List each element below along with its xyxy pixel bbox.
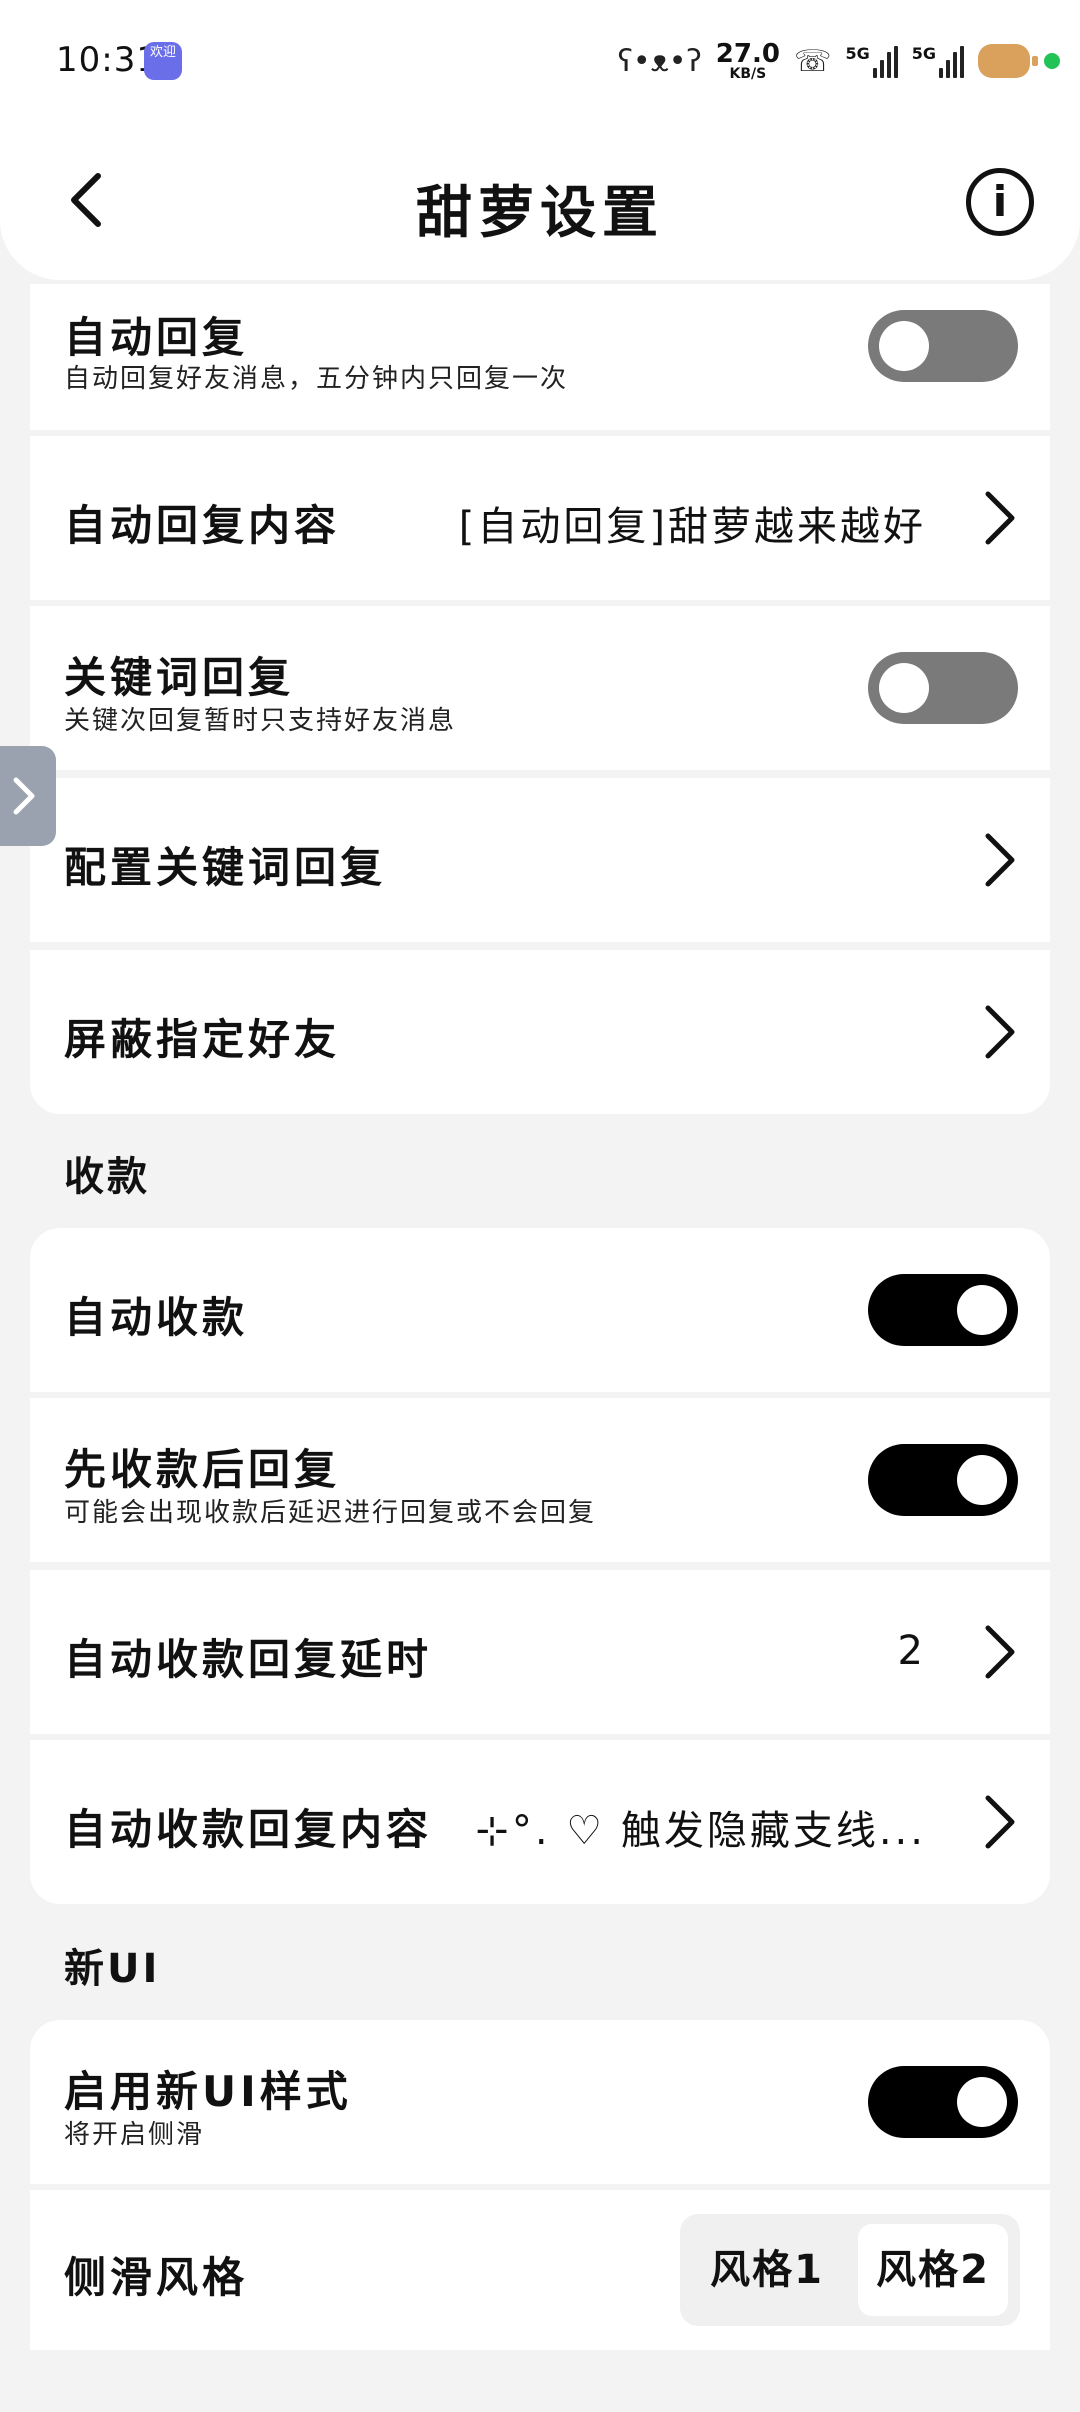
collect-then-reply-row[interactable]: 先收款后回复 可能会出现收款后延迟进行回复或不会回复 — [30, 1398, 1050, 1562]
bear-icon: ʕ•ᴥ•ʔ — [617, 43, 702, 79]
row-subtitle: 关键次回复暂时只支持好友消息 — [64, 706, 457, 736]
row-title: 配置关键词回复 — [64, 843, 387, 892]
enable-new-ui-toggle[interactable] — [868, 2066, 1018, 2138]
toggle-knob — [879, 663, 929, 713]
signal-bar-icon — [939, 68, 943, 78]
chevron-right-icon — [985, 491, 1015, 545]
slide-style-option-1[interactable]: 风格1 — [692, 2224, 842, 2316]
auto-collect-toggle[interactable] — [868, 1274, 1018, 1346]
network-speed-unit: KB/S — [729, 66, 767, 82]
keyword-reply-toggle[interactable] — [868, 652, 1018, 724]
row-title: 自动回复 — [64, 313, 249, 362]
auto-reply-content-row[interactable]: 自动回复内容 [自动回复]甜萝越来越好 — [30, 436, 1050, 600]
row-title: 侧滑风格 — [64, 2253, 249, 2302]
configure-keyword-reply-row[interactable]: 配置关键词回复 — [30, 778, 1050, 942]
collect-then-reply-toggle[interactable] — [868, 1444, 1018, 1516]
row-title: 启用新UI样式 — [64, 2067, 352, 2116]
row-value: 2 — [897, 1628, 926, 1674]
row-value: [自动回复]甜萝越来越好 — [458, 504, 926, 550]
signal-bar-icon — [960, 46, 964, 78]
signal-strength-1: 5G — [845, 44, 898, 78]
signal-bar-icon — [946, 60, 950, 78]
payment-group: 自动收款 先收款后回复 可能会出现收款后延迟进行回复或不会回复 自动收款回复延时… — [30, 1228, 1050, 1904]
collect-reply-content-row[interactable]: 自动收款回复内容 ⊹°. ♡ 触发隐藏支线... — [30, 1740, 1050, 1904]
row-title: 关键词回复 — [64, 653, 295, 702]
section-title-new-ui: 新UI — [64, 1946, 161, 1992]
chevron-right-icon — [13, 777, 35, 815]
signal-1-label: 5G — [845, 44, 870, 63]
block-friends-row[interactable]: 屏蔽指定好友 — [30, 950, 1050, 1114]
row-title: 自动收款回复内容 — [64, 1805, 433, 1854]
row-title: 自动收款回复延时 — [64, 1635, 433, 1684]
signal-bar-icon — [953, 52, 957, 78]
slide-style-option-2[interactable]: 风格2 — [858, 2224, 1008, 2316]
toggle-knob — [957, 2077, 1007, 2127]
auto-reply-toggle[interactable] — [868, 310, 1018, 382]
chevron-right-icon — [985, 1625, 1015, 1679]
toggle-knob — [879, 321, 929, 371]
page-title: 甜萝设置 — [416, 181, 664, 246]
network-speed-value: 27.0 — [715, 39, 780, 69]
row-title: 自动回复内容 — [64, 501, 341, 550]
row-subtitle: 自动回复好友消息，五分钟内只回复一次 — [64, 364, 569, 394]
signal-bar-icon — [872, 68, 877, 78]
auto-reply-row[interactable]: 自动回复 自动回复好友消息，五分钟内只回复一次 — [30, 284, 1050, 430]
row-title: 屏蔽指定好友 — [64, 1015, 341, 1064]
auto-reply-group: 自动回复 自动回复好友消息，五分钟内只回复一次 自动回复内容 [自动回复]甜萝越… — [30, 284, 1050, 1114]
hd-call-icon: ☏ — [793, 43, 832, 79]
enable-new-ui-row[interactable]: 启用新UI样式 将开启侧滑 — [30, 2020, 1050, 2184]
status-icons: ʕ•ᴥ•ʔ 27.0 KB/S ☏ 5G 5G — [618, 36, 1060, 86]
side-drawer-handle[interactable] — [0, 746, 56, 846]
toggle-knob — [957, 1285, 1007, 1335]
app-header: 甜萝设置 i — [0, 120, 1080, 280]
app-notification-icon: 欢迎 — [144, 42, 182, 80]
signal-2-label: 5G — [911, 44, 936, 63]
row-value: ⊹°. ♡ 触发隐藏支线... — [475, 1808, 926, 1854]
app-icon-label: 欢迎 — [149, 45, 176, 60]
section-title-payment: 收款 — [64, 1154, 150, 1200]
row-subtitle: 可能会出现收款后延迟进行回复或不会回复 — [64, 1498, 597, 1528]
signal-bar-icon — [893, 46, 898, 78]
signal-bar-icon — [886, 52, 891, 78]
slide-style-selector: 风格1 风格2 — [680, 2214, 1020, 2326]
auto-collect-row[interactable]: 自动收款 — [30, 1228, 1050, 1392]
signal-bar-icon — [879, 60, 884, 78]
row-title: 先收款后回复 — [64, 1445, 341, 1494]
row-title: 自动收款 — [64, 1293, 249, 1342]
signal-strength-2: 5G — [912, 44, 964, 78]
new-ui-group: 启用新UI样式 将开启侧滑 侧滑风格 风格1 风格2 — [30, 2020, 1050, 2350]
status-bar: 10:31 欢迎 ʕ•ᴥ•ʔ 27.0 KB/S ☏ 5G 5G — [0, 0, 1080, 120]
collect-reply-delay-row[interactable]: 自动收款回复延时 2 — [30, 1570, 1050, 1734]
chevron-right-icon — [985, 1005, 1015, 1059]
keyword-reply-row[interactable]: 关键词回复 关键次回复暂时只支持好友消息 — [30, 606, 1050, 770]
battery-icon — [978, 44, 1038, 78]
network-speed: 27.0 KB/S — [716, 41, 780, 81]
chevron-right-icon — [985, 1795, 1015, 1849]
toggle-knob — [957, 1455, 1007, 1505]
active-indicator-icon — [1044, 53, 1060, 69]
info-icon[interactable]: i — [966, 168, 1034, 236]
chevron-right-icon — [985, 833, 1015, 887]
row-subtitle: 将开启侧滑 — [64, 2120, 205, 2150]
slide-style-row: 侧滑风格 风格1 风格2 — [30, 2190, 1050, 2350]
